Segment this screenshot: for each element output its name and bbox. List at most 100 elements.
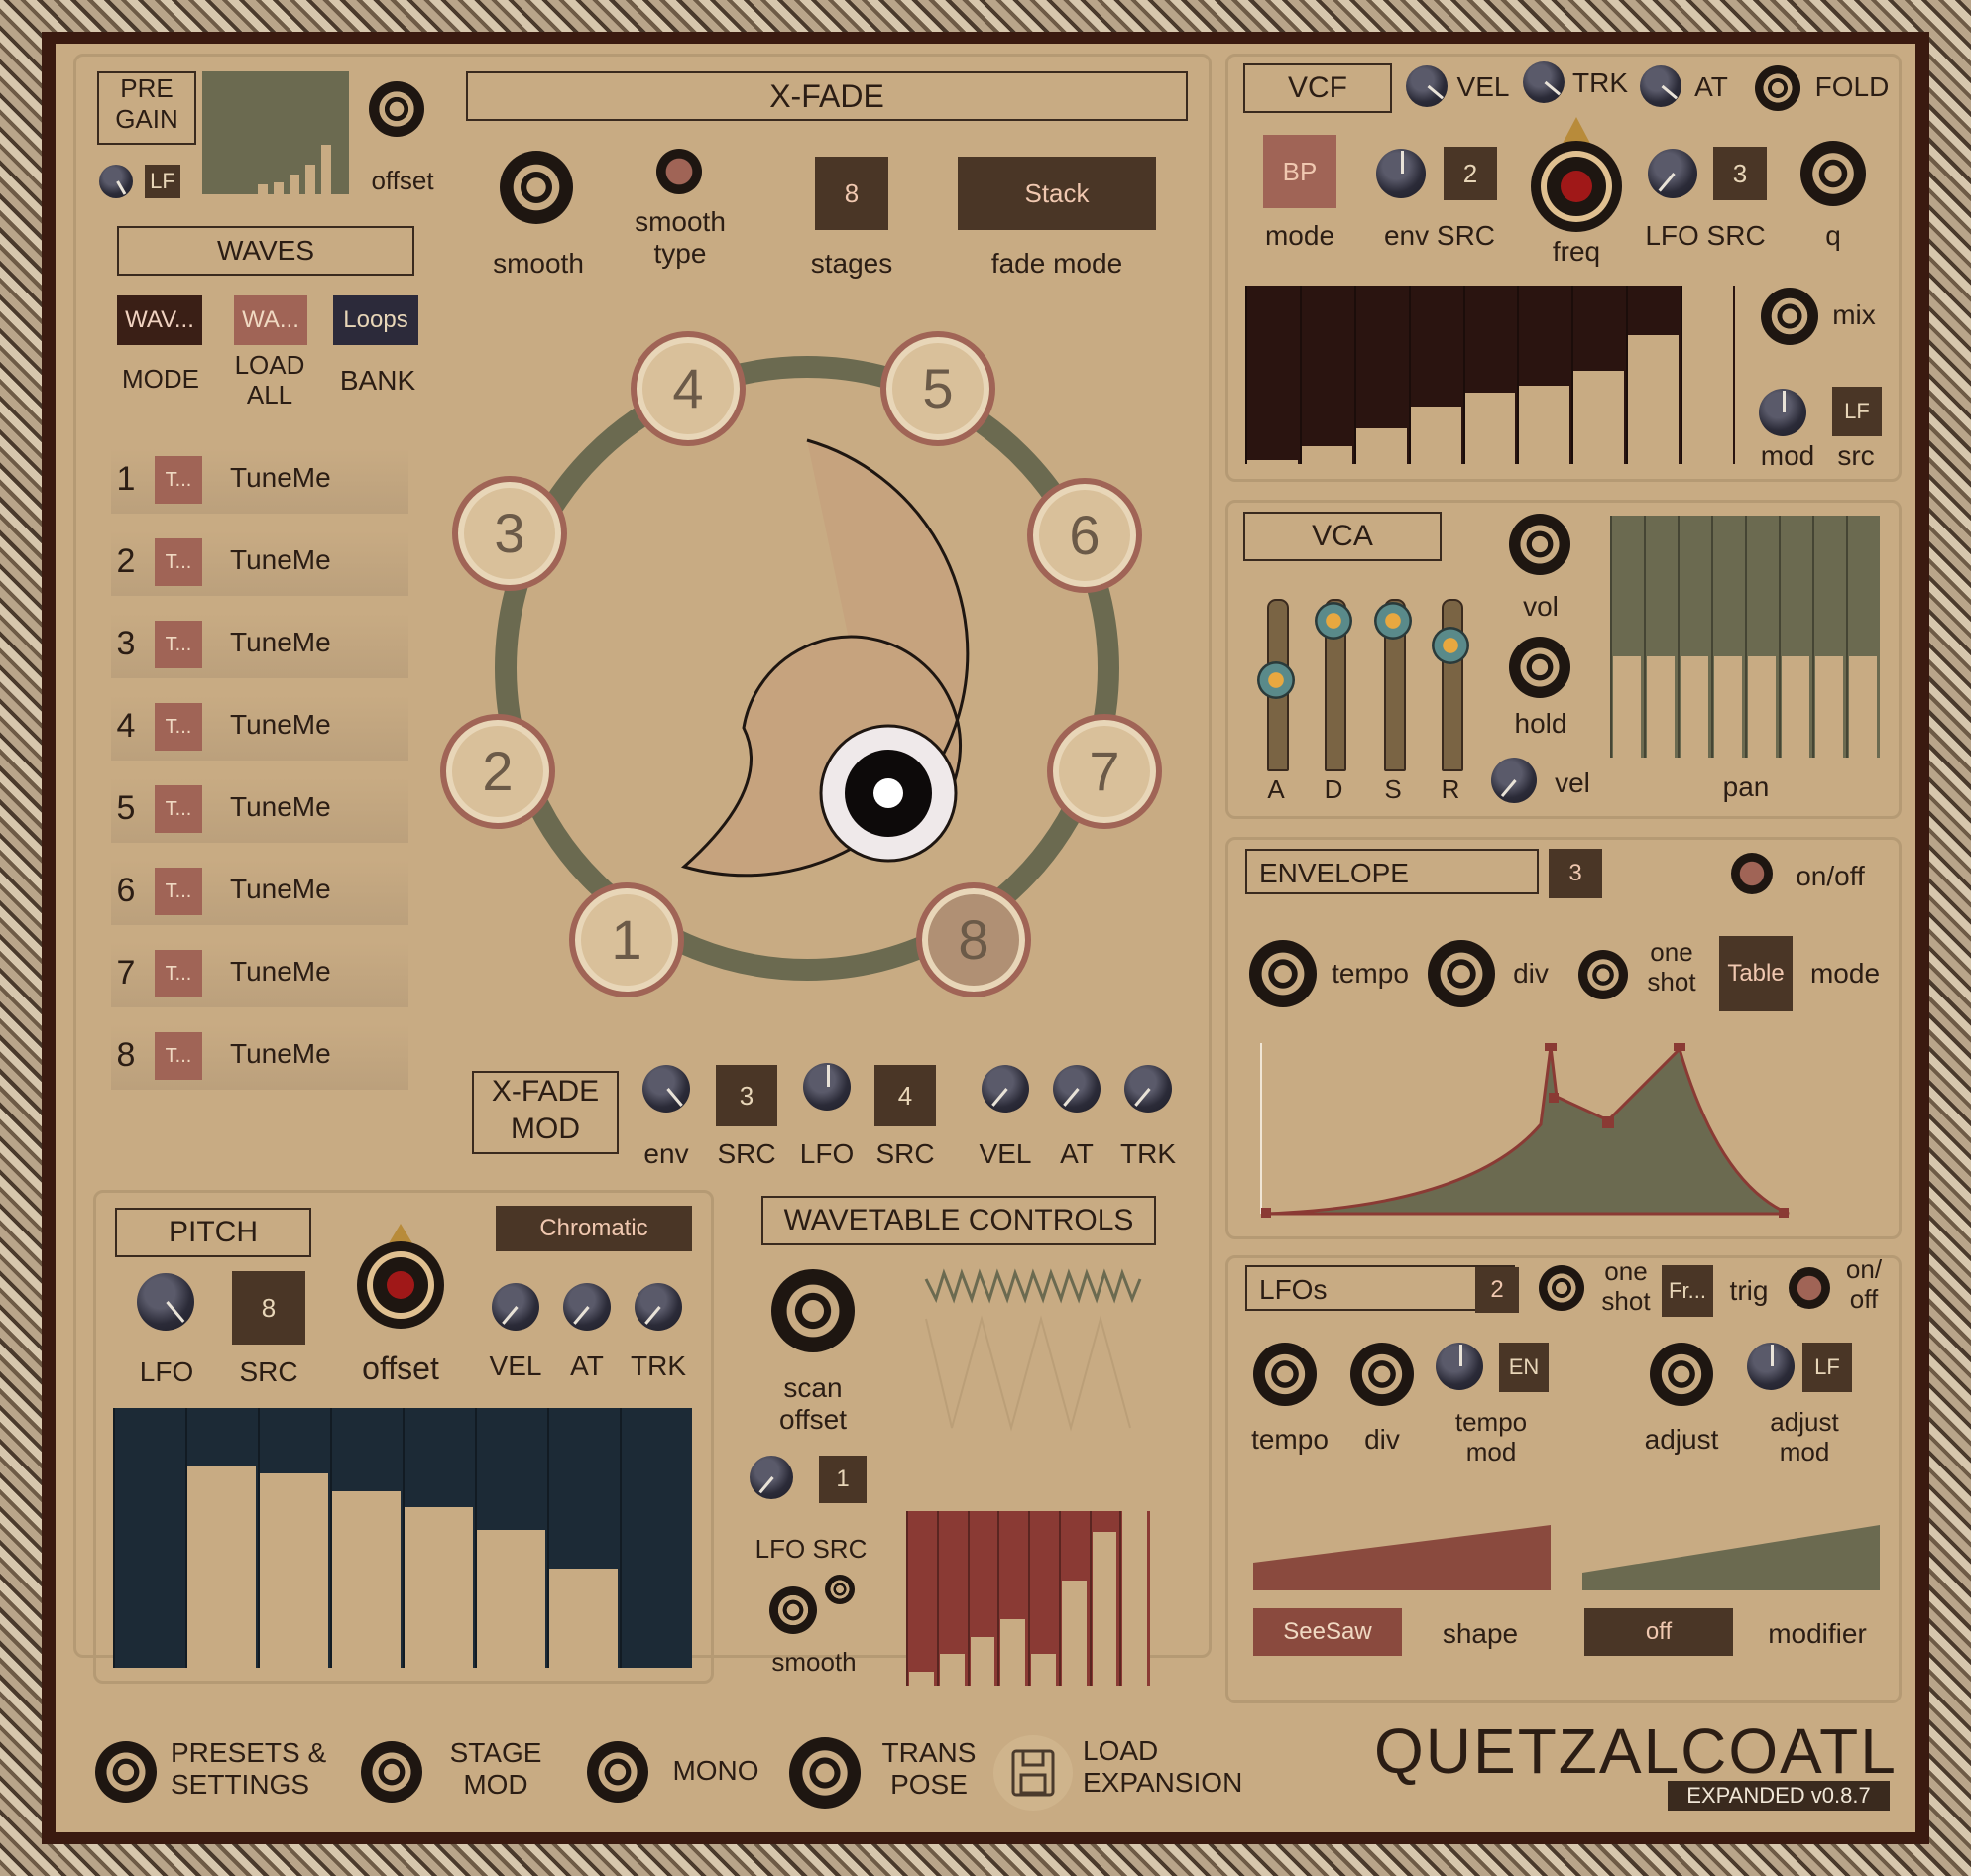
adsr-slider-track[interactable] [1442, 599, 1463, 771]
vcf-freq-knob[interactable] [1529, 117, 1624, 234]
wave-row[interactable]: 4 T... TuneMe [111, 695, 408, 761]
envelope-mode-button[interactable]: Table [1719, 936, 1793, 1011]
vcf-env-src-value[interactable]: 2 [1444, 147, 1497, 200]
wavetable-step-bar[interactable] [1031, 1654, 1056, 1686]
pan-step-bar[interactable] [1748, 655, 1776, 758]
waves-bank-button[interactable]: Loops [333, 295, 418, 345]
pregain-knob[interactable] [99, 165, 133, 198]
lfos-div-knob[interactable] [1350, 1343, 1414, 1406]
pan-step-bar[interactable] [1815, 655, 1843, 758]
vcf-step-bar[interactable] [1355, 428, 1407, 464]
xfade-mod-at-knob[interactable] [1053, 1065, 1101, 1113]
envelope-tempo-knob[interactable] [1249, 940, 1317, 1007]
vca-pan-graph[interactable] [1610, 516, 1880, 758]
stage-node[interactable]: 5 [880, 331, 995, 446]
vcf-mode-button[interactable]: BP [1263, 135, 1336, 208]
vca-vel-knob[interactable] [1491, 758, 1537, 803]
wavetable-step-bar[interactable] [1061, 1581, 1087, 1686]
vcf-step-bar[interactable] [1301, 446, 1352, 464]
xfade-smooth-type-toggle[interactable] [656, 149, 702, 194]
adsr-slider-thumb[interactable] [1315, 601, 1352, 640]
vcf-env-knob[interactable] [1376, 149, 1426, 198]
pitch-step-bar[interactable] [477, 1530, 545, 1668]
pitch-trk-knob[interactable] [635, 1283, 682, 1331]
envelope-curve-display[interactable] [1253, 1035, 1884, 1224]
wave-row-tune-button[interactable]: T... [155, 785, 202, 833]
lfos-adjust-knob[interactable] [1650, 1343, 1713, 1406]
wave-row-tune-button[interactable]: T... [155, 950, 202, 997]
stage-node[interactable]: 8 [916, 882, 1031, 997]
pitch-step-bar[interactable] [260, 1472, 328, 1668]
xfade-mod-lfo-knob[interactable] [803, 1063, 851, 1111]
vcf-vel-knob[interactable] [1406, 65, 1448, 107]
xfade-mod-env-knob[interactable] [642, 1065, 690, 1113]
vca-vol-knob[interactable] [1509, 514, 1570, 575]
xfade-mod-src2-value[interactable]: 4 [874, 1065, 936, 1126]
vcf-step-bar[interactable] [1573, 371, 1625, 464]
wavetable-scan-offset-knob[interactable] [771, 1269, 855, 1352]
adsr-slider-thumb[interactable] [1257, 660, 1295, 699]
lfos-tempo-mod-src[interactable]: EN [1499, 1343, 1549, 1392]
stage-ring[interactable] [446, 311, 1180, 1045]
lfos-modifier-button[interactable]: off [1584, 1608, 1733, 1656]
wave-row-tune-button[interactable]: T... [155, 1032, 202, 1080]
wavetable-step-bar[interactable] [1000, 1619, 1025, 1686]
vcf-step-bar[interactable] [1519, 385, 1570, 464]
envelope-one-shot-toggle[interactable] [1578, 950, 1628, 999]
wavetable-step-bar[interactable] [909, 1671, 934, 1686]
wave-row[interactable]: 5 T... TuneMe [111, 777, 408, 843]
wavetable-step-bar[interactable] [1122, 1511, 1147, 1686]
pitch-step-bar[interactable] [187, 1465, 256, 1668]
lfos-tempo-mod-knob[interactable] [1436, 1343, 1483, 1390]
wave-row-tune-button[interactable]: T... [155, 538, 202, 586]
xfade-mod-src1-value[interactable]: 3 [716, 1065, 777, 1126]
load-expansion-button[interactable] [993, 1735, 1073, 1811]
lfos-shape-button[interactable]: SeeSaw [1253, 1608, 1402, 1656]
mono-label[interactable]: MONO [664, 1755, 767, 1787]
vcf-step-bar[interactable] [1410, 407, 1461, 464]
stage-mod-label[interactable]: STAGE MOD [436, 1737, 555, 1801]
pregain-offset-knob[interactable] [369, 81, 424, 137]
vcf-step-graph[interactable] [1245, 286, 1735, 464]
wavetable-smooth-knob[interactable] [769, 1586, 817, 1634]
vca-hold-knob[interactable] [1509, 637, 1570, 698]
vcf-q-knob[interactable] [1800, 141, 1866, 206]
pan-step-bar[interactable] [1647, 655, 1675, 758]
pregain-lf-button[interactable]: LF [145, 165, 180, 198]
pan-step-bar[interactable] [1681, 655, 1708, 758]
pitch-scale-button[interactable]: Chromatic [496, 1206, 692, 1251]
presets-settings-label[interactable]: PRESETS & SETTINGS [171, 1737, 329, 1801]
xfade-mod-trk-knob[interactable] [1124, 1065, 1172, 1113]
wave-row[interactable]: 6 T... TuneMe [111, 860, 408, 925]
presets-settings-button-icon[interactable] [95, 1741, 157, 1803]
wave-row[interactable]: 2 T... TuneMe [111, 530, 408, 596]
xfade-mod-vel-knob[interactable] [982, 1065, 1029, 1113]
stage-node[interactable]: 4 [631, 331, 746, 446]
lfos-tempo-knob[interactable] [1253, 1343, 1317, 1406]
pan-step-bar[interactable] [1613, 655, 1641, 758]
stage-node[interactable]: 3 [452, 476, 567, 591]
vcf-fold-toggle[interactable] [1755, 65, 1800, 111]
pan-step-bar[interactable] [1782, 655, 1809, 758]
stage-mod-button-icon[interactable] [361, 1741, 422, 1803]
envelope-onoff-toggle[interactable] [1731, 853, 1773, 894]
lfos-one-shot-toggle[interactable] [1539, 1265, 1584, 1311]
pitch-at-knob[interactable] [563, 1283, 611, 1331]
envelope-number[interactable]: 3 [1549, 849, 1602, 898]
pitch-step-bar[interactable] [405, 1506, 473, 1668]
wavetable-step-bar[interactable] [939, 1654, 965, 1686]
wave-row[interactable]: 3 T... TuneMe [111, 613, 408, 678]
pan-step-bar[interactable] [1849, 655, 1877, 758]
wave-row-tune-button[interactable]: T... [155, 868, 202, 915]
load-expansion-label[interactable]: LOAD EXPANSION [1083, 1735, 1261, 1799]
transpose-knob[interactable] [789, 1737, 861, 1809]
stage-node[interactable]: 1 [569, 882, 684, 997]
stage-node[interactable]: 2 [440, 714, 555, 829]
vcf-src-value[interactable]: LF [1832, 387, 1882, 436]
adsr-slider-thumb[interactable] [1432, 627, 1469, 664]
envelope-div-knob[interactable] [1428, 940, 1495, 1007]
vcf-step-bar[interactable] [1628, 335, 1680, 464]
lfos-trig-button[interactable]: Fr... [1662, 1265, 1713, 1317]
vcf-mix-knob[interactable] [1761, 288, 1818, 345]
mono-button-icon[interactable] [587, 1741, 648, 1803]
